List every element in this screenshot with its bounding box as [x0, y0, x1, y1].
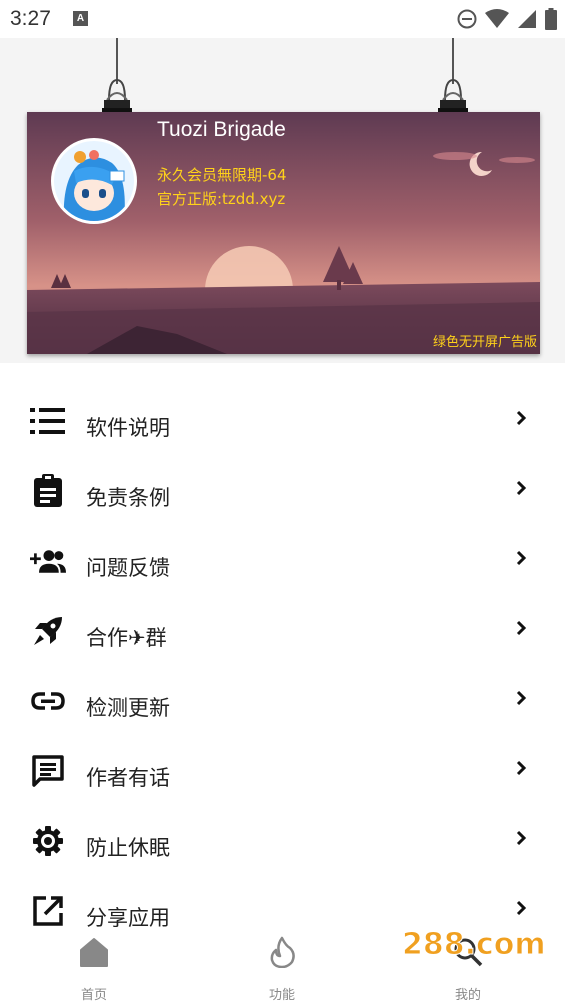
menu-item-label: 分享应用 — [86, 906, 170, 930]
ad-free-badge: 绿色无开屏广告版 — [432, 335, 537, 350]
status-bar: 3:27 A — [0, 0, 565, 38]
menu-item-label: 免责条例 — [86, 486, 170, 510]
chevron-right-icon — [516, 760, 527, 776]
username: Tuozi Brigade — [157, 118, 286, 141]
menu-item-prevent-sleep[interactable]: 防止休眠 — [0, 823, 565, 893]
menu-item-label: 作者有话 — [86, 766, 170, 790]
nav-tab-label: 首页 — [80, 988, 107, 1003]
chevron-right-icon — [516, 410, 527, 426]
chevron-right-icon — [516, 480, 527, 496]
official-site: 官方正版:tzdd.xyz — [157, 190, 286, 208]
signal-icon — [518, 10, 536, 28]
chevron-right-icon — [516, 620, 527, 636]
menu-item-disclaimer[interactable]: 免责条例 — [0, 473, 565, 543]
profile-banner: Tuozi Brigade 永久会员無限期-64 官方正版:tzdd.xyz 绿… — [27, 112, 540, 354]
list-icon — [30, 403, 66, 439]
gear-icon — [30, 823, 66, 859]
battery-icon — [545, 8, 557, 30]
wifi-icon — [485, 9, 509, 28]
chevron-right-icon — [516, 550, 527, 566]
menu-item-cooperation-group[interactable]: 合作✈群 — [0, 613, 565, 683]
dnd-icon — [457, 9, 477, 29]
menu-item-check-update[interactable]: 检测更新 — [0, 683, 565, 753]
status-icons — [457, 8, 557, 30]
watermark-text: 288.com 手游网 — [402, 927, 548, 962]
vip-status: 永久会员無限期-64 — [157, 166, 287, 184]
open-external-icon — [30, 893, 66, 929]
chevron-right-icon — [516, 830, 527, 846]
menu-item-label: 问题反馈 — [86, 556, 170, 580]
chevron-right-icon — [516, 690, 527, 706]
a-icon: A — [73, 11, 88, 26]
menu-item-author-words[interactable]: 作者有话 — [0, 753, 565, 823]
status-time: 3:27 — [10, 7, 51, 30]
menu-item-label: 合作✈群 — [86, 626, 167, 650]
profile-header: Tuozi Brigade 永久会员無限期-64 官方正版:tzdd.xyz 绿… — [0, 38, 565, 363]
add-people-icon — [30, 543, 66, 579]
clipboard-icon — [30, 473, 66, 509]
home-icon — [80, 938, 108, 967]
menu-item-feedback[interactable]: 问题反馈 — [0, 543, 565, 613]
chevron-right-icon — [516, 900, 527, 916]
menu-item-software-info[interactable]: 软件说明 — [0, 403, 565, 473]
menu-item-label: 防止休眠 — [86, 836, 170, 860]
anime-avatar-image — [54, 141, 134, 221]
nav-tab-label: 功能 — [268, 988, 295, 1003]
nav-tab-features[interactable]: 功能 — [222, 930, 342, 1004]
avatar[interactable] — [51, 138, 137, 224]
menu-item-label: 检测更新 — [86, 696, 170, 720]
nav-tab-label: 我的 — [454, 988, 481, 1003]
menu-item-label: 软件说明 — [86, 416, 170, 440]
message-icon — [30, 753, 66, 789]
rocket-icon — [30, 613, 66, 649]
clip-hanger-left — [102, 38, 132, 118]
clip-hanger-right — [438, 38, 468, 118]
link-icon — [30, 683, 66, 719]
flame-icon — [270, 936, 295, 968]
nav-tab-home[interactable]: 首页 — [34, 930, 154, 1004]
watermark-logo: 288.com 手游网 — [402, 927, 549, 963]
